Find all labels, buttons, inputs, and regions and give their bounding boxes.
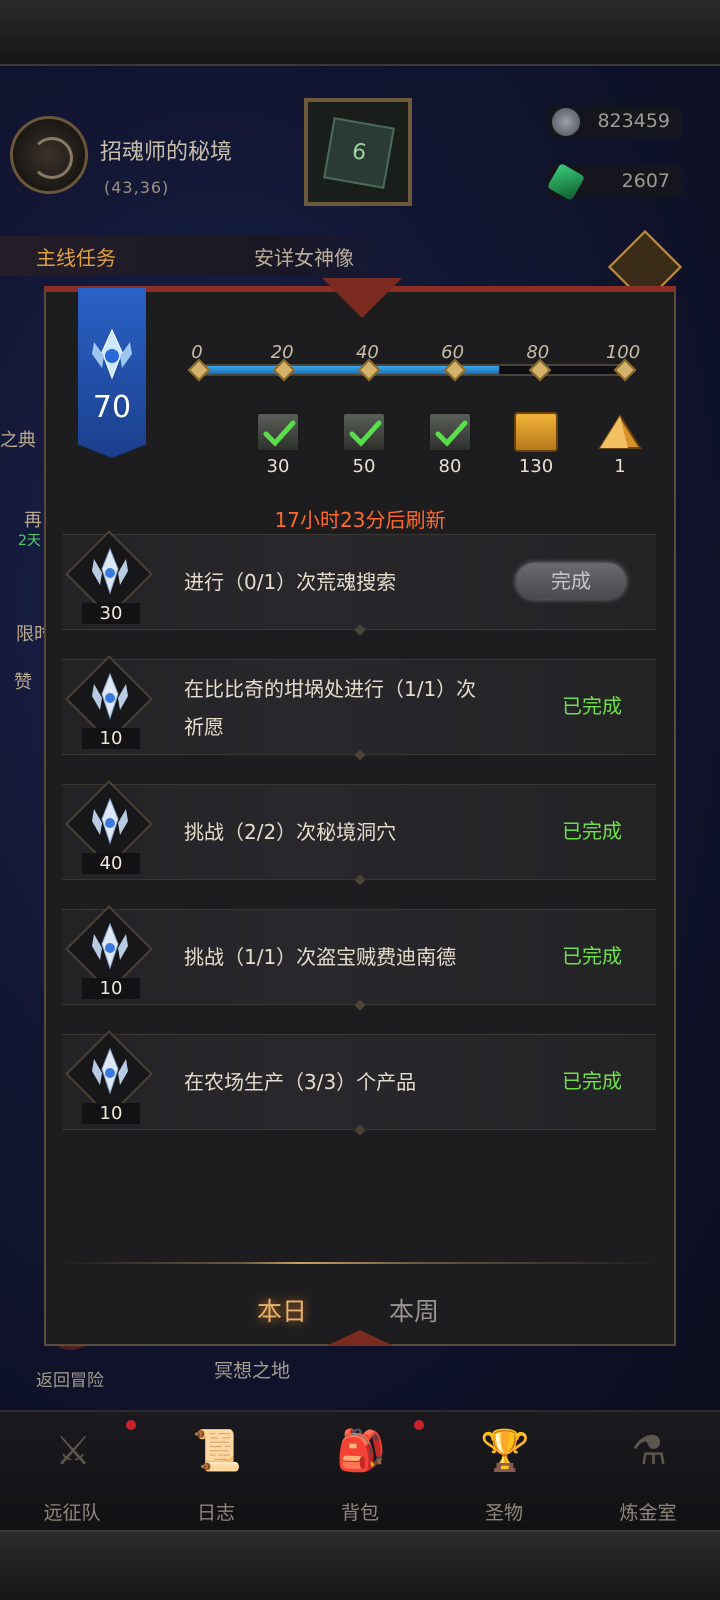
return-adventure-label[interactable]: 返回冒险 [36, 1366, 104, 1391]
reward-chest[interactable] [510, 412, 562, 462]
nav-label: 日志 [196, 1502, 235, 1524]
location-name: 招魂师的秘境 [100, 140, 233, 165]
nav-expedition[interactable]: ⚔ 远征队 [0, 1412, 144, 1532]
activity-level: 70 [92, 390, 132, 425]
task-row: 10 在农场生产（3/3）个产品 已完成 [62, 1030, 656, 1130]
reward-chest[interactable] [252, 412, 304, 462]
bottom-navigation: ⚔ 远征队 📜 日志 🎒 背包 🏆 圣物 ⚗ 炼金室 [0, 1410, 720, 1530]
dice-icon: 6 [323, 117, 395, 189]
green-gem-icon [546, 162, 586, 202]
task-status-completed: 已完成 [562, 819, 622, 843]
check-icon [435, 420, 468, 447]
task-row: 10 挑战（1/1）次盗宝贼费迪南德 已完成 [62, 905, 656, 1005]
tab-divider [60, 1262, 660, 1264]
tab-weekly[interactable]: 本周 [354, 1292, 474, 1328]
task-row: 10 在比比奇的坩埚处进行（1/1）次 祈愿 已完成 [62, 655, 656, 755]
nav-label: 远征队 [43, 1502, 101, 1524]
silver-coin-icon [552, 108, 580, 136]
resource-silver[interactable]: 823459 [548, 106, 682, 138]
tab-daily[interactable]: 本日 [222, 1292, 342, 1328]
scroll-icon: 📜 [192, 1428, 242, 1474]
reward-chest[interactable] [594, 412, 646, 462]
activity-progress-bar [193, 364, 631, 376]
main-quest-label: 主线任务 [36, 246, 116, 270]
task-description: 挑战（1/1）次盗宝贼费迪南德 [184, 945, 457, 969]
nav-relics[interactable]: 🏆 圣物 [432, 1412, 576, 1532]
task-points: 30 [82, 603, 140, 624]
refresh-countdown: 17小时23分后刷新 [274, 508, 446, 532]
task-description: 在比比奇的坩埚处进行（1/1）次 [184, 677, 477, 701]
viking-helmet-icon: ⚔ [55, 1428, 91, 1474]
task-points: 10 [82, 1103, 140, 1124]
task-description: 进行（0/1）次荒魂搜索 [184, 570, 397, 594]
top-frame [0, 0, 720, 66]
task-row: 40 挑战（2/2）次秘境洞穴 已完成 [62, 780, 656, 880]
resource-gem[interactable]: 2607 [546, 162, 682, 202]
task-status-completed: 已完成 [562, 944, 622, 968]
check-icon [349, 420, 382, 447]
nav-label: 圣物 [484, 1502, 523, 1524]
notification-dot [126, 1420, 136, 1430]
task-status-completed: 已完成 [562, 694, 622, 718]
check-icon [263, 420, 296, 447]
task-description: 挑战（2/2）次秘境洞穴 [184, 820, 397, 844]
main-quest-target: 安详女神像 [254, 246, 354, 270]
resource-value: 823459 [597, 110, 670, 132]
trident-emblem-icon [92, 547, 128, 595]
bottom-frame [0, 1530, 720, 1600]
nav-backpack[interactable]: 🎒 背包 [288, 1412, 432, 1532]
reward-chest[interactable] [338, 412, 390, 462]
side-label-codex[interactable]: 之典 [0, 426, 36, 452]
nav-journal[interactable]: 📜 日志 [144, 1412, 288, 1532]
side-label-re: 再 [24, 510, 42, 531]
dice-button[interactable]: 6 [304, 98, 412, 206]
top-ornament [322, 278, 402, 318]
reward-chest[interactable] [424, 412, 476, 462]
trident-emblem-icon [92, 672, 128, 720]
task-points: 40 [82, 853, 140, 874]
resource-value: 2607 [621, 170, 670, 192]
nav-alchemy[interactable]: ⚗ 炼金室 [576, 1412, 720, 1532]
trident-emblem-icon [92, 797, 128, 845]
trident-emblem-icon [92, 922, 128, 970]
gold-chest-icon [514, 412, 558, 452]
reward-count: 50 [352, 456, 376, 477]
reward-count: 1 [614, 456, 626, 477]
location-coords: (43,36) [104, 178, 170, 197]
complete-button[interactable]: 完成 [516, 563, 626, 599]
meditate-place-label[interactable]: 冥想之地 [214, 1356, 290, 1383]
notification-dot [414, 1420, 424, 1430]
task-description: 在农场生产（3/3）个产品 [184, 1070, 417, 1094]
gold-pyramid-icon [598, 414, 642, 449]
task-points: 10 [82, 728, 140, 749]
task-status-completed: 已完成 [562, 1069, 622, 1093]
task-description-line2: 祈愿 [184, 715, 224, 739]
task-points: 10 [82, 978, 140, 999]
reward-count: 30 [266, 456, 290, 477]
side-label-praise[interactable]: 赞 [14, 668, 32, 694]
backpack-icon: 🎒 [336, 1428, 386, 1474]
reward-count: 80 [438, 456, 462, 477]
nav-label: 背包 [340, 1502, 379, 1524]
reward-count: 130 [518, 456, 554, 477]
trident-emblem-icon [92, 1047, 128, 1095]
location-emblem-icon[interactable] [10, 116, 88, 194]
chalice-icon: 🏆 [480, 1428, 530, 1474]
alchemy-icon: ⚗ [631, 1428, 667, 1474]
nav-label: 炼金室 [619, 1502, 677, 1524]
task-row: 30 进行（0/1）次荒魂搜索 完成 [62, 530, 656, 630]
trident-emblem-icon [92, 328, 132, 380]
side-label-note: 2天 [18, 533, 41, 549]
